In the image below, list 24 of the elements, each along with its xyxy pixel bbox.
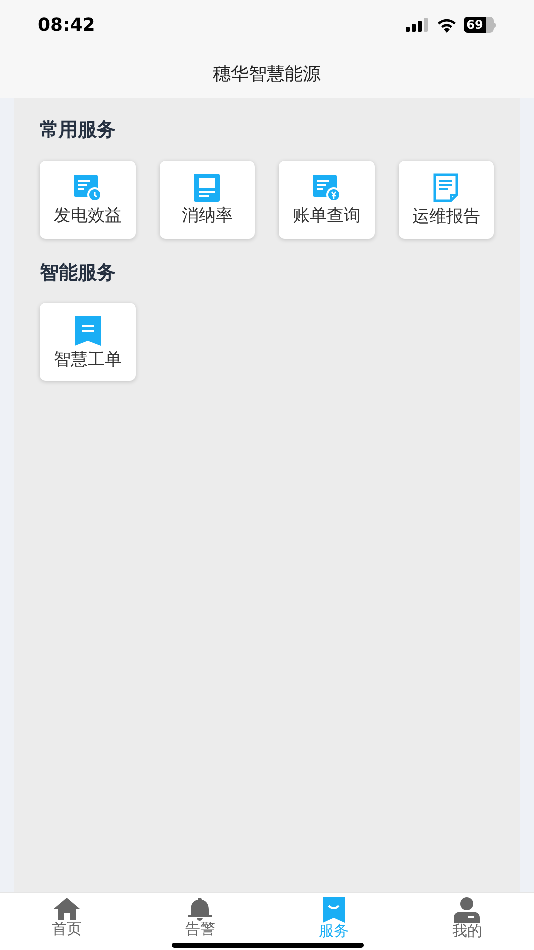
bookmark-icon <box>322 897 345 923</box>
document-icon <box>433 173 460 203</box>
document-clock-icon <box>72 174 103 202</box>
user-icon <box>453 897 482 923</box>
service-tile[interactable]: 运维报告 <box>398 160 494 238</box>
wifi-icon <box>437 18 457 32</box>
document-coin-icon <box>312 174 342 202</box>
service-tile[interactable]: 消纳率 <box>160 160 255 238</box>
service-tile[interactable]: 智慧工单 <box>40 303 136 381</box>
tab-bar-item[interactable]: 我的 <box>400 893 534 950</box>
signal-icon <box>406 18 430 32</box>
status-time: 08:42 <box>38 14 96 38</box>
book-icon <box>194 174 220 202</box>
service-tile[interactable]: 账单查询 <box>279 160 374 238</box>
section-title: 常用服务 <box>40 118 117 143</box>
bookmark-icon <box>75 316 101 346</box>
section-title: 智能服务 <box>40 260 117 286</box>
tab-bar-item[interactable]: 首页 <box>0 893 134 950</box>
tab-bar-item[interactable]: 告警 <box>134 893 267 950</box>
service-tile[interactable]: 发电效益 <box>40 160 136 238</box>
header-title: 穗华智慧能源 <box>213 62 321 86</box>
home-icon <box>52 897 81 921</box>
bell-icon <box>186 897 214 921</box>
battery-icon: 69 <box>464 17 496 33</box>
